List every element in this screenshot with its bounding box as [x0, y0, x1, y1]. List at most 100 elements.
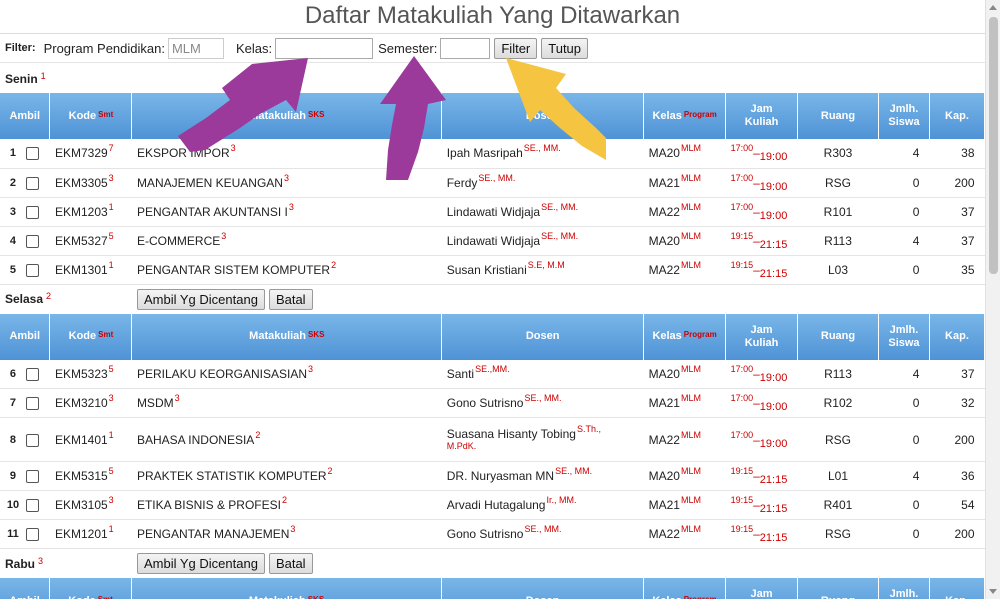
row-number: 4 [0, 226, 26, 256]
semester-input[interactable] [440, 37, 491, 59]
program-input[interactable] [167, 37, 224, 59]
take-checked-button[interactable]: Ambil Yg Dicentang [137, 288, 265, 310]
col-matakuliah: MatakuliahSKS [131, 313, 443, 360]
take-checked-button[interactable]: Ambil Yg Dicentang [137, 553, 265, 574]
lecturer-cell: Suasana Hisanty TobingS.Th., M.PdK. [441, 417, 644, 462]
col-ambil: Ambil [0, 313, 51, 360]
students-cell: 4 [878, 226, 930, 256]
course-table: AmbilKodeSmtMatakuliahSKSDosenKelasProgr… [0, 313, 986, 549]
room-cell: RSG [797, 417, 879, 462]
lecturer-cell: Lindawati WidjajaSE., MM. [441, 226, 644, 256]
class-cell: MA20MLM [643, 226, 726, 256]
row-number: 8 [0, 417, 26, 462]
take-checkbox[interactable] [25, 367, 39, 381]
take-checkbox[interactable] [25, 470, 39, 484]
class-cell: MA20MLM [643, 359, 726, 389]
day-header: Rabu 3 Ambil Yg Dicentang Batal [0, 549, 985, 578]
row-checkbox-cell [25, 417, 50, 462]
kelas-input[interactable] [275, 37, 374, 59]
take-checkbox[interactable] [25, 205, 39, 219]
day-number: 2 [46, 291, 52, 301]
table-row: 5 EKM13011 PENGANTAR SISTEM KOMPUTER2 Susan… [0, 255, 985, 285]
filter-button[interactable]: Filter [494, 37, 538, 59]
row-number: 5 [0, 255, 26, 285]
table-row: 4 EKM53275 E-COMMERCE3 Lindawati WidjajaSE.… [0, 226, 985, 256]
take-checkbox[interactable] [25, 263, 39, 277]
course-name-cell: PENGANTAR AKUNTANSI I3 [131, 197, 442, 227]
lecturer-cell: SantiSE.,MM. [441, 359, 644, 389]
students-cell: 0 [878, 255, 930, 285]
course-name-cell: PENGANTAR MANAJEMEN3 [131, 519, 442, 549]
capacity-cell: 37 [929, 359, 985, 389]
row-number: 2 [0, 168, 26, 198]
capacity-cell: 200 [929, 168, 985, 198]
row-checkbox-cell [25, 168, 50, 198]
time-cell: 19:15–21:15 [725, 519, 798, 549]
time-cell: 17:00–19:00 [725, 388, 798, 418]
col-ruang: Ruang [797, 313, 879, 360]
course-name-cell: PENGANTAR SISTEM KOMPUTER2 [131, 255, 442, 285]
course-code-cell: EKM73297 [49, 139, 132, 169]
class-cell: MA22MLM [643, 417, 726, 462]
lecturer-cell: Lindawati WidjajaSE., MM. [441, 197, 644, 227]
course-name-cell: PRAKTEK STATISTIK KOMPUTER2 [131, 461, 442, 491]
day-name: Rabu [5, 556, 35, 571]
row-checkbox-cell [25, 490, 50, 520]
program-label: Program Pendidikan: [43, 40, 165, 56]
table-row: 7 EKM32103 MSDM3 Gono SutrisnoSE., MM. MA21M… [0, 388, 985, 418]
scrollbar[interactable] [985, 0, 1000, 599]
take-checkbox[interactable] [25, 234, 39, 248]
cancel-button[interactable]: Batal [268, 553, 313, 574]
scroll-down-icon[interactable] [989, 589, 997, 594]
capacity-cell: 38 [929, 139, 985, 169]
lecturer-cell: FerdySE., MM. [441, 168, 644, 198]
course-code-cell: EKM12011 [49, 519, 132, 549]
course-table: AmbilKodeSmtMatakuliahSKSDosenKelasProgr… [0, 93, 986, 285]
take-checkbox[interactable] [25, 499, 39, 513]
take-checkbox[interactable] [25, 176, 39, 190]
course-code-cell: EKM53155 [49, 461, 132, 491]
course-name-cell: MANAJEMEN KEUANGAN3 [131, 168, 442, 198]
students-cell: 0 [878, 388, 930, 418]
take-checkbox[interactable] [25, 397, 39, 411]
room-cell: R113 [797, 226, 879, 256]
students-cell: 4 [878, 359, 930, 389]
col-jumlah: Jmlh.Siswa [878, 313, 930, 360]
cancel-button[interactable]: Batal [268, 288, 313, 310]
row-checkbox-cell [25, 519, 50, 549]
time-cell: 17:00–19:00 [725, 359, 798, 389]
col-kelas: KelasProgram [643, 313, 727, 360]
close-button[interactable]: Tutup [541, 37, 589, 59]
class-cell: MA21MLM [643, 490, 726, 520]
students-cell: 0 [878, 417, 930, 462]
take-checkbox[interactable] [25, 147, 39, 161]
time-cell: 17:00–19:00 [725, 168, 798, 198]
col-dosen: Dosen [441, 313, 645, 360]
course-name-cell: EKSPOR IMPOR3 [131, 139, 442, 169]
row-number: 11 [0, 519, 26, 549]
row-number: 7 [0, 388, 26, 418]
row-number: 6 [0, 359, 26, 389]
capacity-cell: 200 [929, 519, 985, 549]
col-kelas: KelasProgram [643, 578, 726, 599]
capacity-cell: 36 [929, 461, 985, 491]
lecturer-cell: DR. Nuryasman MNSE., MM. [441, 461, 644, 491]
class-cell: MA20MLM [643, 461, 726, 491]
course-code-cell: EKM33053 [49, 168, 132, 198]
day-name: Selasa [5, 292, 44, 306]
col-jam: JamKuliah [725, 313, 799, 360]
capacity-cell: 37 [929, 197, 985, 227]
take-checkbox[interactable] [25, 433, 39, 447]
scroll-thumb[interactable] [989, 17, 998, 274]
table-row: 10 EKM31053 ETIKA BISNIS & PROFESI2 Arvadi … [0, 490, 985, 520]
time-cell: 19:15–21:15 [725, 226, 798, 256]
time-cell: 19:15–21:15 [725, 255, 798, 285]
lecturer-cell: Gono SutrisnoSE., MM. [441, 519, 644, 549]
take-checkbox[interactable] [25, 528, 39, 542]
day-number: 3 [38, 555, 44, 566]
col-jumlah: Jmlh.Siswa [878, 578, 930, 599]
filter-label: Filter: [5, 42, 36, 54]
scroll-up-icon[interactable] [989, 5, 997, 10]
day-header: Senin 1 [0, 64, 985, 93]
course-code-cell: EKM53235 [49, 359, 132, 389]
